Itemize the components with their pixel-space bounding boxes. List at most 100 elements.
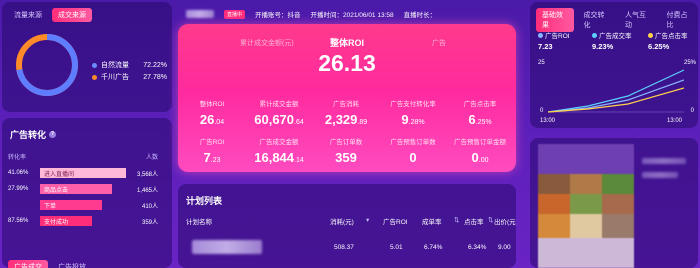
col-header-click-rate[interactable]: 点击率 [464, 216, 484, 226]
tab-ad-delivery[interactable]: 广告投放 [52, 260, 92, 268]
start-time-text: 开播时间：2021/06/01 13:58 [310, 12, 394, 19]
plan-name-blurred [192, 240, 262, 254]
tab-basic-effect[interactable]: 基础效果 [536, 8, 574, 32]
legend-label: 广告ROI [545, 33, 570, 40]
funnel-bar: 商品点击 [40, 184, 112, 194]
kpi-int: 26 [199, 112, 215, 127]
sort-icon[interactable]: ⇅ [488, 216, 493, 224]
plan-list-panel: 计划列表 计划名称 消耗(元) ▾ 广告ROI 成单率 ⇅ 点击率 ⇅ 出价(元… [178, 184, 516, 268]
legend-dot [592, 33, 597, 38]
kpi-int: 9 [401, 112, 409, 127]
funnel-count: 1,465人 [136, 187, 158, 194]
funnel-count: 410人 [141, 203, 158, 210]
kpi-cell: 广告点击率 6.25% [448, 98, 512, 127]
sort-icon[interactable]: ▾ [366, 216, 369, 224]
kpi-label: 广告消耗 [333, 101, 359, 108]
y-tick-left-top: 25 [538, 60, 545, 66]
tab-deal-source[interactable]: 成交来源 [52, 8, 92, 22]
product-image-panel [530, 138, 698, 268]
trend-chart [548, 69, 684, 113]
funnel-row: 27.99% 商品点击 1,465人 [2, 184, 172, 194]
cell-click-rate: 6.34% [468, 244, 487, 251]
legend-value: 7.23 [538, 42, 553, 51]
kpi-dec: .04 [214, 119, 225, 126]
product-image-blurred [538, 144, 634, 268]
tab-popularity[interactable]: 人气互动 [619, 8, 657, 32]
cell-bid: 9.00 [498, 244, 511, 251]
kpi-int: 60,670 [254, 112, 295, 127]
tab-traffic-source[interactable]: 流量来源 [8, 8, 48, 22]
kpi-dec: .00 [478, 157, 489, 164]
ad-conversion-panel: 广告转化 ? 转化率 人数 41.06% 进入直播间 3,568人 27.99%… [2, 118, 172, 268]
col-label-people: 人数 [145, 155, 158, 161]
y-tick-right-top: 25% [683, 60, 696, 66]
account-avatar-blurred [186, 10, 214, 18]
kpi-cell: 广告消耗 2,329.89 [314, 98, 378, 127]
kpi-label: 广告点击率 [463, 101, 497, 108]
kpi-label: 广告成交金额 [259, 139, 299, 146]
funnel-pct: 41.06% [8, 170, 29, 176]
kpi-int: 0 [471, 150, 479, 165]
tab-ad-deal[interactable]: 广告成交 [8, 260, 48, 268]
series-line-roi [548, 79, 684, 113]
funnel-bar: 进入直播间 [40, 168, 126, 178]
col-header-plan-name: 计划名称 [186, 219, 212, 226]
kpi-card: 累计成交金额(元) 广告 整体ROI 26.13 整体ROI 26.04 累计成交… [178, 24, 516, 172]
kpi-dec: .28% [408, 119, 425, 126]
kpi-label: 广告支付转化率 [390, 101, 436, 108]
legend-dot [92, 74, 97, 80]
kpi-dec: .25% [475, 119, 492, 126]
platform-text: 开播账号：抖音 [255, 12, 301, 19]
kpi-cell: 广告订单数 359 [314, 136, 378, 165]
kpi-dec: .64 [294, 119, 304, 126]
funnel-bar: 下单 [40, 200, 102, 210]
kpi-label: 整体ROI [199, 101, 225, 108]
legend-dot [92, 62, 97, 68]
col-header-bid[interactable]: 出价(元) [494, 216, 516, 226]
kpi-int: 359 [335, 150, 357, 165]
kpi-label: 广告预售订单金额 [454, 139, 506, 146]
x-tick-end: 13:00 [666, 118, 682, 124]
kpi-int: 2,329 [324, 112, 358, 127]
x-tick-start: 13:00 [540, 118, 556, 124]
cell-order-rate: 6.74% [424, 244, 443, 251]
funnel-pct: 27.99% [8, 186, 29, 192]
tab-paid-ratio[interactable]: 付费占比 [661, 8, 699, 32]
help-icon[interactable]: ? [49, 131, 57, 138]
legend-value: 6.25% [648, 42, 670, 51]
legend-label: 千川广告 [101, 74, 129, 81]
funnel-count: 359人 [141, 219, 158, 226]
product-text-blurred [642, 172, 678, 178]
sort-icon[interactable]: ⇅ [454, 216, 459, 224]
kpi-dec: .14 [294, 157, 304, 164]
live-badge: 直播中 [224, 9, 246, 19]
trend-legend-deal-rate: 广告成交率 9.23% [592, 30, 632, 51]
trend-tabs: 基础效果 成交转化 人气互动 付费占比 [536, 8, 698, 32]
kpi-cell: 广告成交金额 16,844.14 [247, 136, 311, 165]
trend-legend-click-rate: 广告点击率 6.25% [648, 30, 688, 51]
kpi-cell: 广告支付转化率 9.28% [381, 98, 445, 127]
kpi-dec: .89 [357, 119, 368, 126]
legend-ad: 千川广告 27.78% [92, 72, 167, 82]
col-header-order-rate[interactable]: 成单率 [422, 216, 442, 226]
col-label-rate: 转化率 [8, 155, 27, 161]
bottom-tabs: 广告成交 广告投放 [8, 260, 92, 268]
tab-deal-conversion[interactable]: 成交转化 [578, 8, 616, 32]
kpi-label: 累计成交金额 [259, 101, 299, 108]
ad-conversion-title: 广告转化 [10, 130, 47, 140]
legend-natural: 自然流量 72.22% [92, 60, 167, 70]
section-title: 广告转化 ? [10, 128, 57, 141]
traffic-source-panel: 流量来源 成交来源 自然流量 72.22% 千川广告 27.78% [2, 2, 172, 112]
legend-value: 27.78% [143, 73, 167, 81]
trend-legend-roi: 广告ROI 7.23 [538, 30, 570, 51]
kpi-label: 广告预售订单数 [390, 139, 436, 146]
col-header-ad-roi[interactable]: 广告ROI [383, 216, 408, 226]
funnel-row: 87.56% 支付成功 359人 [2, 216, 172, 226]
roi-main-value: 26.13 [318, 50, 376, 76]
kpi-cell: 广告预售订单数 0 [381, 136, 445, 165]
kpi-int: 0 [409, 150, 417, 165]
funnel-row: 下单 410人 [2, 200, 172, 210]
col-header-cost[interactable]: 消耗(元) [330, 216, 354, 226]
trend-panel: 基础效果 成交转化 人气互动 付费占比 广告ROI 7.23 广告成交率 9.2… [530, 2, 698, 128]
legend-dot [538, 33, 543, 38]
